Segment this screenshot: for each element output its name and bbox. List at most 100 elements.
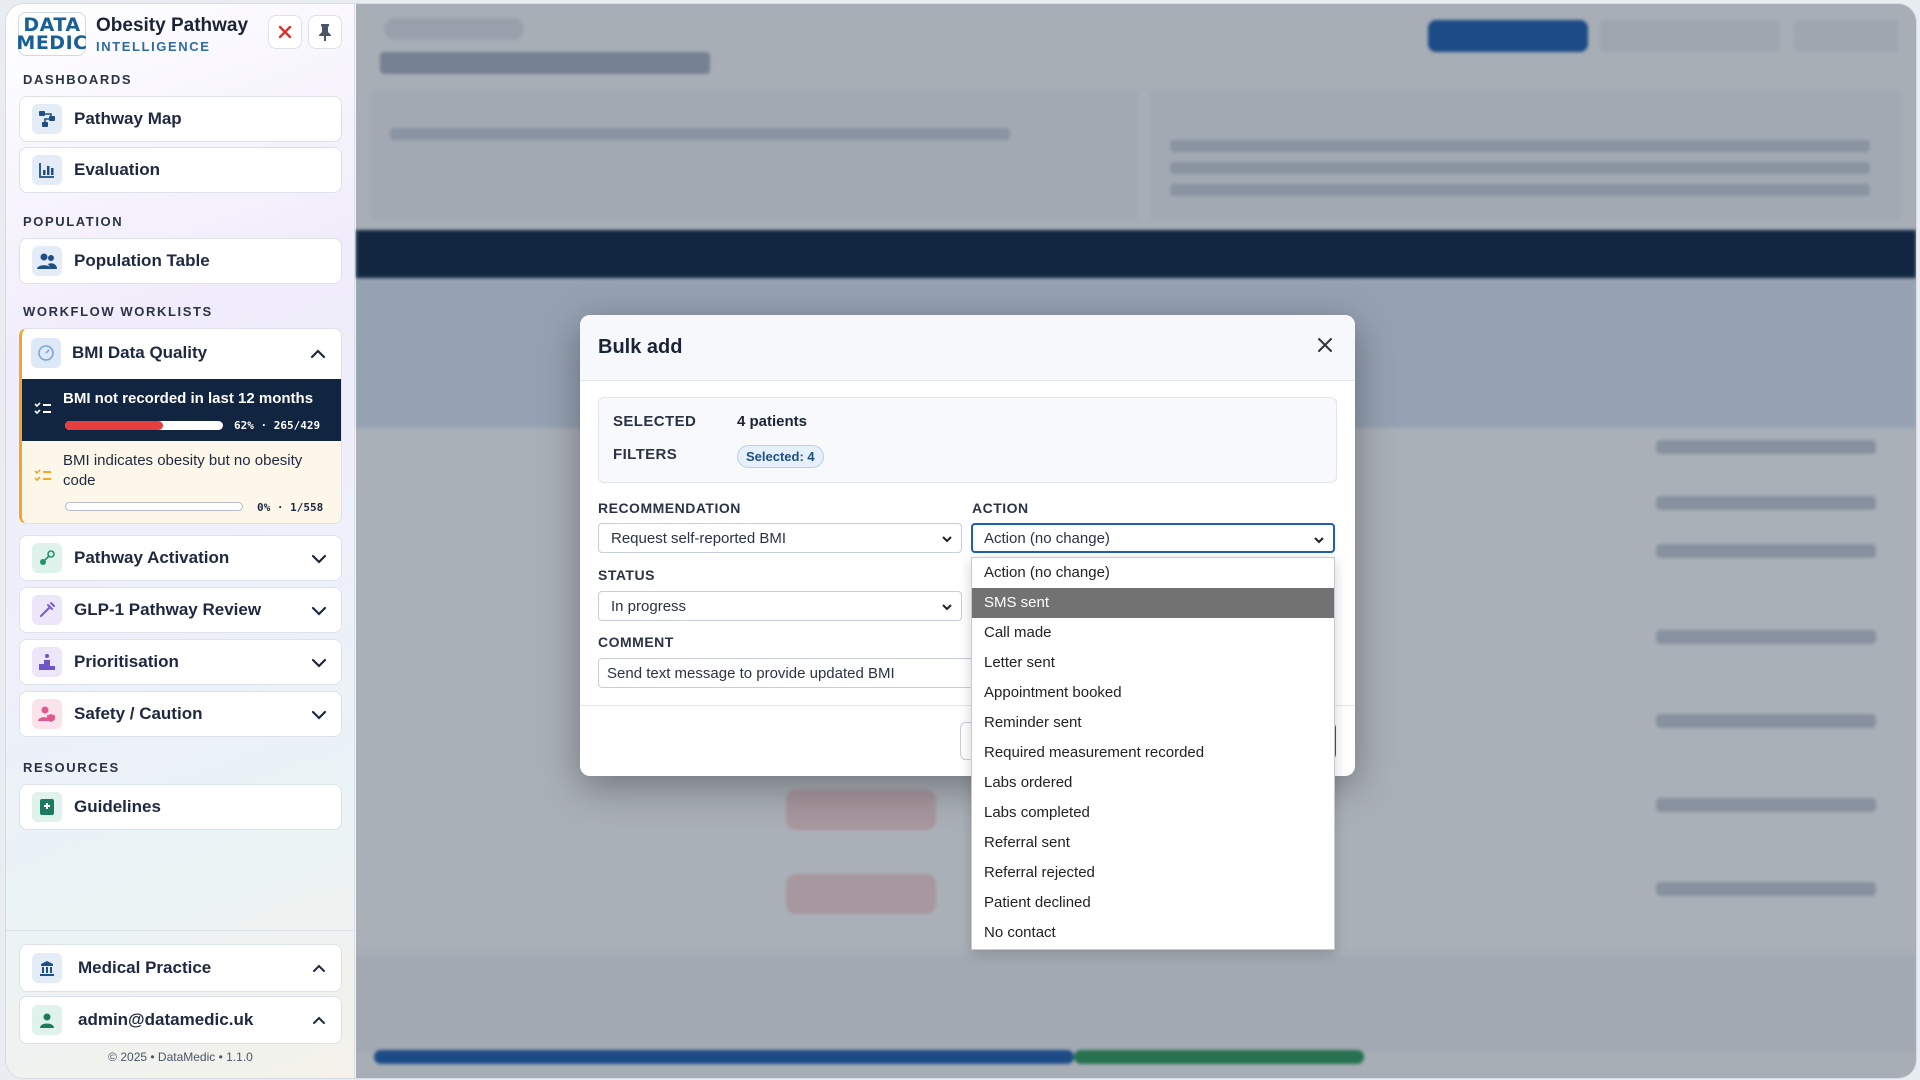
worklist-title: BMI indicates obesity but no obesity cod… xyxy=(63,452,303,489)
divider xyxy=(6,930,355,931)
worklist-group-prioritisation[interactable]: Prioritisation xyxy=(19,639,342,685)
population-heading: POPULATION xyxy=(23,214,124,229)
action-option[interactable]: Reminder sent xyxy=(972,708,1334,738)
chevron-down-icon xyxy=(311,658,327,668)
user-email: admin@datamedic.uk xyxy=(78,1010,254,1029)
footer-text: © 2025 • DataMedic • 1.1.0 xyxy=(108,1050,253,1064)
pin-sidebar-button[interactable] xyxy=(308,15,342,49)
chevron-down-icon xyxy=(942,536,952,543)
checklist-icon xyxy=(34,469,51,482)
action-option[interactable]: SMS sent xyxy=(972,588,1334,618)
action-option[interactable]: Labs completed xyxy=(972,798,1334,828)
user-account-selector[interactable]: admin@datamedic.uk xyxy=(19,996,342,1044)
chevron-down-icon xyxy=(311,710,327,720)
worklist-group-glp1-pathway-review[interactable]: GLP-1 Pathway Review xyxy=(19,587,342,633)
group-label: BMI Data Quality xyxy=(72,343,208,362)
action-option[interactable]: Appointment booked xyxy=(972,678,1334,708)
chevron-down-icon xyxy=(942,604,952,611)
bmi-data-quality-header[interactable]: BMI Data Quality xyxy=(22,329,341,379)
action-select[interactable]: Action (no change) xyxy=(971,523,1335,553)
action-option[interactable]: No contact xyxy=(972,918,1334,948)
nav-label: Evaluation xyxy=(74,160,160,179)
nav-label: Guidelines xyxy=(74,797,161,816)
selected-count: 4 patients xyxy=(737,413,808,430)
recommendation-select[interactable]: Request self-reported BMI xyxy=(598,523,962,553)
recommendation-label: RECOMMENDATION xyxy=(598,500,741,516)
chevron-down-icon xyxy=(311,554,327,564)
worklist-group-safety-caution[interactable]: Safety / Caution xyxy=(19,691,342,737)
pathway-map-icon xyxy=(32,104,62,134)
status-select[interactable]: In progress xyxy=(598,591,962,621)
app-subtitle: INTELLIGENCE xyxy=(96,38,211,54)
action-option[interactable]: Action (no change) xyxy=(972,558,1334,588)
close-icon[interactable] xyxy=(1317,337,1333,353)
status-label: STATUS xyxy=(598,567,655,583)
group-label: Safety / Caution xyxy=(74,704,203,723)
nav-label: Pathway Map xyxy=(74,109,182,128)
worklist-item-bmi-obesity-no-code[interactable]: BMI indicates obesity but no obesity cod… xyxy=(22,441,341,523)
syringe-icon xyxy=(32,595,62,625)
worklist-group-bmi-data-quality: BMI Data Quality BMI not recorded in las… xyxy=(19,328,342,524)
nav-pathway-map[interactable]: Pathway Map xyxy=(19,96,342,142)
chevron-down-icon xyxy=(1314,537,1324,544)
worklist-group-pathway-activation[interactable]: Pathway Activation xyxy=(19,535,342,581)
resources-heading: RESOURCES xyxy=(23,760,120,775)
action-value: Action (no change) xyxy=(984,530,1110,547)
bar-chart-icon xyxy=(32,155,62,185)
modal-header: Bulk add xyxy=(580,315,1355,381)
comment-input[interactable]: Send text message to provide updated BMI xyxy=(598,658,998,688)
progress-track xyxy=(65,502,243,511)
chevron-down-icon xyxy=(311,606,327,616)
close-icon xyxy=(278,25,292,39)
sidebar: DATA MEDIC Obesity Pathway INTELLIGENCE D… xyxy=(6,4,355,1078)
progress-track xyxy=(65,421,223,430)
medical-practice-selector[interactable]: Medical Practice xyxy=(19,944,342,992)
book-medical-icon xyxy=(32,792,62,822)
chevron-up-icon xyxy=(313,964,325,972)
users-icon xyxy=(32,246,62,276)
chevron-up-icon xyxy=(310,349,326,359)
user-icon xyxy=(32,1005,62,1035)
nav-evaluation[interactable]: Evaluation xyxy=(19,147,342,193)
progress-fill xyxy=(65,421,163,430)
action-option[interactable]: Call made xyxy=(972,618,1334,648)
progress-stat: 0% · 1/558 xyxy=(257,501,324,514)
worklists-heading: WORKFLOW WORKLISTS xyxy=(23,304,213,319)
action-option[interactable]: Patient declined xyxy=(972,888,1334,918)
status-value: In progress xyxy=(611,598,687,615)
podium-icon xyxy=(32,647,62,677)
nav-guidelines[interactable]: Guidelines xyxy=(19,784,342,830)
group-label: Prioritisation xyxy=(74,652,179,671)
action-dropdown-list: Action (no change) SMS sent Call made Lette… xyxy=(971,557,1335,950)
pin-icon xyxy=(319,24,331,41)
checklist-icon xyxy=(34,402,51,415)
modal-title: Bulk add xyxy=(598,336,683,358)
action-option[interactable]: Referral rejected xyxy=(972,858,1334,888)
dashboards-heading: DASHBOARDS xyxy=(23,72,133,87)
worklist-item-bmi-not-recorded[interactable]: BMI not recorded in last 12 months 62% ·… xyxy=(22,379,341,441)
action-option[interactable]: Letter sent xyxy=(972,648,1334,678)
selected-label: SELECTED xyxy=(613,413,697,430)
nav-population-table[interactable]: Population Table xyxy=(19,238,342,284)
comment-label: COMMENT xyxy=(598,634,674,650)
group-label: Pathway Activation xyxy=(74,548,230,567)
progress-stat: 62% · 265/429 xyxy=(234,419,321,432)
action-option[interactable]: Required measurement recorded xyxy=(972,738,1334,768)
selection-summary: SELECTED 4 patients FILTERS Selected: 4 xyxy=(598,397,1337,483)
practice-name: Medical Practice xyxy=(78,958,212,977)
action-option[interactable]: Referral sent xyxy=(972,828,1334,858)
recommendation-value: Request self-reported BMI xyxy=(611,530,787,547)
scale-icon xyxy=(31,338,61,368)
activation-icon xyxy=(32,543,62,573)
filters-label: FILTERS xyxy=(613,446,678,463)
user-shield-icon xyxy=(32,699,62,729)
filters-chip: Selected: 4 xyxy=(737,445,824,468)
nav-label: Population Table xyxy=(74,251,210,270)
brand: DATA MEDIC Obesity Pathway INTELLIGENCE xyxy=(16,12,249,56)
close-sidebar-button[interactable] xyxy=(268,15,302,49)
action-option[interactable]: Labs ordered xyxy=(972,768,1334,798)
group-label: GLP-1 Pathway Review xyxy=(74,600,262,619)
datamedic-logo: DATA MEDIC xyxy=(16,12,88,56)
building-icon xyxy=(32,953,62,983)
app-title: Obesity Pathway xyxy=(96,14,249,36)
